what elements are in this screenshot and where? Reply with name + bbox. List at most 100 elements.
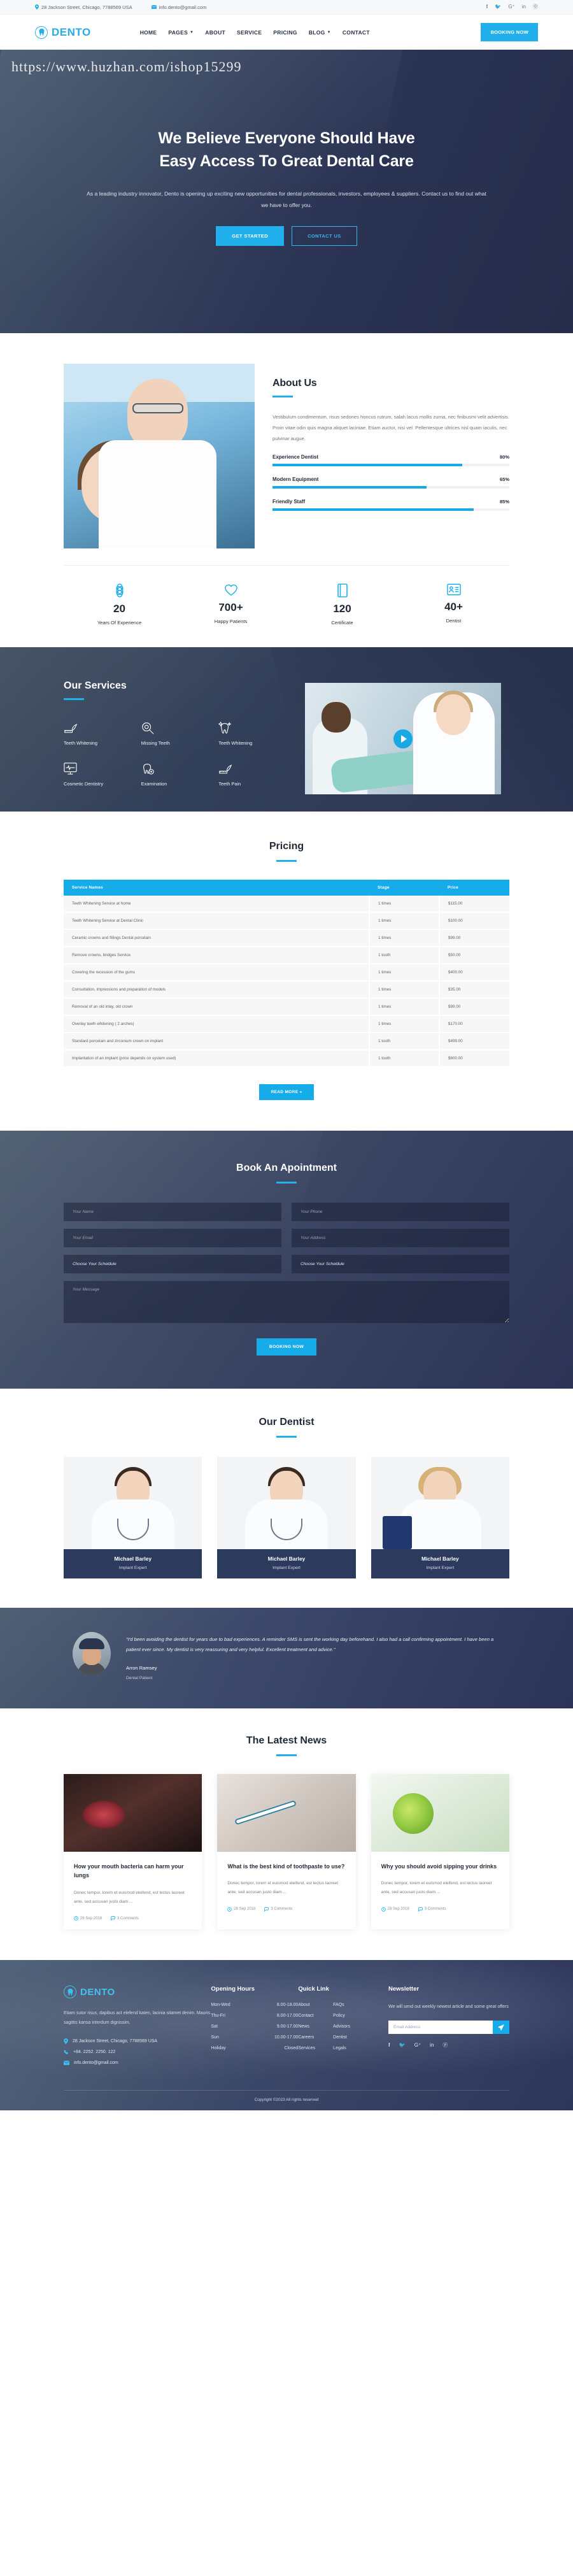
news-card[interactable]: What is the best kind of toothpaste to u… (217, 1773, 356, 1929)
footer-about-column: DENTO Etiam sutor risus, dapibus act ele… (64, 1986, 211, 2071)
read-more-button[interactable]: READ MORE » (259, 1084, 314, 1100)
skill-fill (272, 464, 462, 467)
cell-stage: 1 times (369, 929, 440, 947)
service-item-examination[interactable]: Examination (141, 760, 219, 787)
quicklink-faqs[interactable]: FAQs (333, 2003, 350, 2007)
cell-price: $400.00 (439, 964, 509, 982)
news-card[interactable]: How your mouth bacteria can harm your lu… (64, 1773, 202, 1929)
counter-label: Years Of Experience (97, 620, 142, 626)
booking-now-submit-button[interactable]: BOOKING NOW (256, 1338, 317, 1356)
testimonial-section: "I'd been avoiding the dentist for years… (0, 1608, 573, 1708)
get-started-button[interactable]: GET STARTED (216, 226, 285, 247)
news-title-text[interactable]: Why you should avoid sipping your drinks (381, 1862, 499, 1871)
pinterest-icon[interactable]: ⓪ (533, 4, 538, 10)
hours-row: Sun 10.00-17.00 (211, 2035, 298, 2040)
quicklink-policy[interactable]: Policy (333, 2014, 350, 2018)
skill-friendly-staff: Friendly Staff 85% (272, 499, 509, 512)
pinterest-icon[interactable]: ⓟ (442, 2043, 448, 2048)
message-textarea[interactable] (64, 1281, 509, 1323)
cell-price: $50.00 (439, 947, 509, 964)
quicklink-about[interactable]: About (298, 2003, 315, 2007)
counter-number: 20 (113, 603, 125, 615)
google-plus-icon[interactable]: G⁺ (508, 4, 514, 10)
chevron-down-icon: ▼ (190, 30, 194, 34)
quicklink-careers[interactable]: Careers (298, 2035, 315, 2040)
footer-copyright: Copyright ©2023 All rights reserved (254, 2097, 319, 2102)
nav-item-pricing[interactable]: PRICING (273, 29, 297, 36)
nav-item-contact[interactable]: CONTACT (343, 29, 370, 36)
twitter-icon[interactable]: 🐦 (495, 4, 501, 10)
nav-item-blog[interactable]: BLOG ▼ (309, 29, 331, 36)
paper-plane-icon (498, 2024, 504, 2031)
schedule-date-select[interactable]: Choose Your Scheldule (64, 1255, 281, 1273)
cell-price: $35.00 (439, 981, 509, 999)
site-logo[interactable]: DENTO (35, 25, 91, 39)
nav-item-about[interactable]: ABOUT (205, 29, 225, 36)
news-card[interactable]: Why you should avoid sipping your drinks… (371, 1773, 509, 1929)
toothbrush-icon (64, 719, 141, 734)
comment-icon (111, 1916, 115, 1921)
quicklink-dentist[interactable]: Dentist (333, 2035, 350, 2040)
cell-service: Teeth Whitening Service at home (64, 896, 370, 913)
email-field[interactable] (64, 1229, 281, 1247)
footer-logo[interactable]: DENTO (64, 1986, 211, 1998)
linkedin-icon[interactable]: in (522, 4, 526, 10)
nav-item-pages[interactable]: PAGES ▼ (168, 29, 194, 36)
twitter-icon[interactable]: 🐦 (399, 2043, 406, 2048)
tooth-check-icon (141, 760, 219, 775)
nav-item-home[interactable]: HOME (140, 29, 157, 36)
footer-social-list: 𝐟 🐦 G⁺ in ⓟ (388, 2043, 509, 2048)
topbar-email[interactable]: info.dento@gmail.com (151, 4, 206, 10)
quicklink-advisors[interactable]: Advisors (333, 2024, 350, 2029)
booking-now-button[interactable]: BOOKING NOW (481, 23, 538, 41)
name-field[interactable] (64, 1203, 281, 1221)
nav-item-service[interactable]: SERVICE (237, 29, 262, 36)
news-thumbnail (217, 1773, 356, 1852)
news-excerpt: Donec tempor, lorem et euismod eleifend,… (74, 1890, 185, 1904)
service-item-teeth-pain[interactable]: Teeth Pain (218, 760, 296, 787)
schedule-time-select[interactable]: Choose Your Scheldule (292, 1255, 509, 1273)
service-item-teeth-whitening-1[interactable]: Teeth Whitening (64, 719, 141, 746)
dentist-role: Implant Expert (118, 1566, 147, 1570)
footer-newsletter-title: Newsletter (388, 1986, 420, 1993)
service-item-missing-teeth[interactable]: Missing Teeth (141, 719, 219, 746)
address-field[interactable] (292, 1229, 509, 1247)
dentist-card[interactable]: Michael Barley Implant Expert (217, 1457, 356, 1578)
cell-service: Ceramic crowns and fillings Dental porce… (64, 929, 370, 947)
quicklink-contact[interactable]: Contact (298, 2014, 315, 2018)
facebook-icon[interactable]: 𝐟 (486, 4, 488, 10)
table-row: Covering the recession of the gums 1 time… (64, 964, 509, 982)
service-item-teeth-whitening-2[interactable]: Teeth Whitening (218, 719, 296, 746)
nav-label: SERVICE (237, 29, 262, 36)
dentist-card[interactable]: Michael Barley Implant Expert (371, 1457, 509, 1578)
google-plus-icon[interactable]: G⁺ (414, 2043, 421, 2048)
footer-phone[interactable]: +84. 2252. 2250. 122 (64, 2049, 211, 2055)
quicklink-news[interactable]: News (298, 2024, 315, 2029)
service-item-cosmetic-dentistry[interactable]: Cosmetic Dentistry (64, 760, 141, 787)
news-title-text[interactable]: How your mouth bacteria can harm your lu… (74, 1862, 192, 1880)
phone-field[interactable] (292, 1203, 509, 1221)
watermark-url: https://www.huzhan.com/ishop15299 (11, 59, 242, 75)
appointment-title-rule (276, 1182, 297, 1184)
contact-us-button[interactable]: CONTACT US (292, 226, 357, 247)
news-date-text: 28 Sep 2018 (387, 1907, 409, 1912)
facebook-icon[interactable]: 𝐟 (388, 2043, 390, 2048)
footer-email[interactable]: info.dento@gmail.com (64, 2061, 211, 2065)
hero-subtitle: As a leading industry innovator, Dento i… (87, 190, 486, 209)
news-title-text[interactable]: What is the best kind of toothpaste to u… (227, 1862, 345, 1871)
cell-price: $99.00 (439, 998, 509, 1016)
envelope-icon (64, 2060, 69, 2065)
atom-icon (64, 583, 175, 597)
newsletter-submit-button[interactable] (493, 2021, 509, 2035)
skill-label: Modern Equipment (272, 476, 319, 483)
dentist-card[interactable]: Michael Barley Implant Expert (64, 1457, 202, 1578)
service-label: Teeth Whitening (218, 740, 253, 746)
services-video-thumbnail[interactable] (305, 683, 501, 794)
quicklink-legals[interactable]: Legals (333, 2046, 350, 2050)
linkedin-icon[interactable]: in (430, 2043, 434, 2048)
location-pin-icon (35, 4, 39, 10)
play-button-icon[interactable] (393, 729, 413, 748)
newsletter-email-input[interactable] (388, 2021, 493, 2035)
quicklink-services[interactable]: Services (298, 2046, 315, 2050)
skill-percent: 65% (499, 476, 509, 483)
